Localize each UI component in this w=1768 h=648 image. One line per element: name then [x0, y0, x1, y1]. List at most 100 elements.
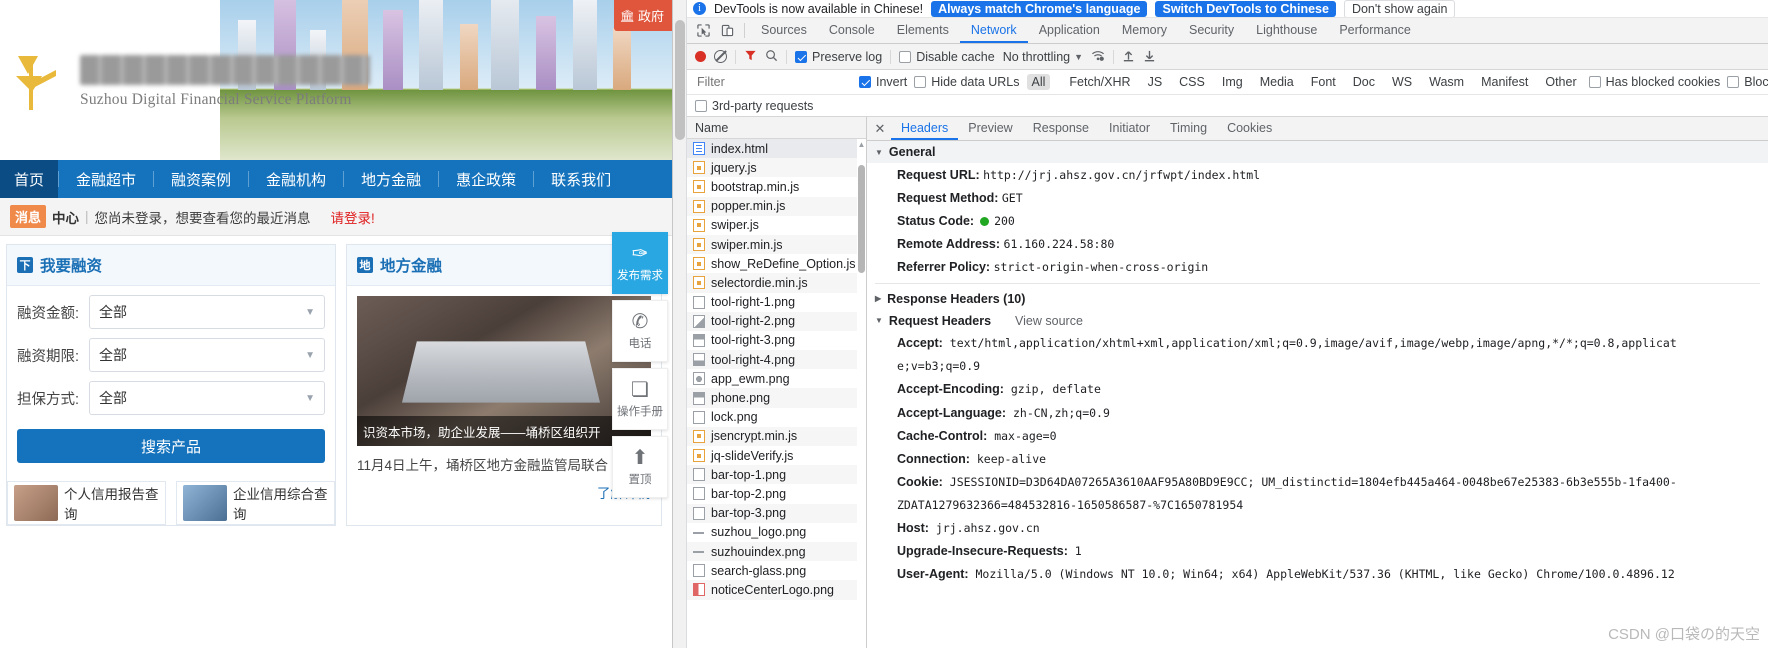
inspect-element-icon[interactable] [691, 18, 715, 43]
search-products-button[interactable]: 搜索产品 [17, 429, 325, 463]
personal-credit-report-card[interactable]: 个人信用报告查询 [7, 481, 166, 525]
tab-application[interactable]: Application [1028, 18, 1111, 43]
detail-tab-headers[interactable]: Headers [891, 117, 959, 140]
request-row[interactable]: bar-top-3.png [687, 503, 866, 523]
record-button[interactable] [695, 51, 706, 62]
request-row[interactable]: tool-right-4.png [687, 350, 866, 370]
hide-data-urls-checkbox[interactable]: Hide data URLs [914, 75, 1020, 89]
scroll-to-top-button[interactable]: ⬆ 置顶 [612, 436, 668, 498]
type-filter-img[interactable]: Img [1217, 74, 1248, 90]
type-filter-js[interactable]: JS [1143, 74, 1168, 90]
blocked-requests-box[interactable] [1727, 76, 1740, 88]
general-section-header[interactable]: ▼ General [867, 141, 1768, 163]
request-row[interactable]: phone.png [687, 388, 866, 408]
detail-tab-preview[interactable]: Preview [958, 117, 1022, 140]
wifi-settings-icon[interactable] [1091, 49, 1105, 65]
tab-elements[interactable]: Elements [886, 18, 960, 43]
type-filter-doc[interactable]: Doc [1348, 74, 1380, 90]
site-logo[interactable]: Suzhou Digital Financial Service Platfor… [12, 52, 370, 112]
type-filter-media[interactable]: Media [1255, 74, 1299, 90]
request-row[interactable]: jsencrypt.min.js [687, 426, 866, 446]
device-toolbar-icon[interactable] [715, 18, 739, 43]
request-row[interactable]: swiper.min.js [687, 234, 866, 255]
request-row[interactable]: show_ReDefine_Option.js [687, 254, 866, 273]
request-row[interactable]: bootstrap.min.js [687, 177, 866, 196]
request-row[interactable]: bar-top-1.png [687, 465, 866, 485]
nav-item-financial-supermarket[interactable]: 金融超市 [59, 160, 153, 198]
tab-network[interactable]: Network [959, 18, 1028, 43]
nav-item-policies[interactable]: 惠企政策 [439, 160, 533, 198]
manual-button[interactable]: ❏ 操作手册 [612, 368, 668, 430]
request-row[interactable]: app_ewm.png [687, 369, 866, 388]
request-headers-section-header[interactable]: ▼ Request Headers View source [867, 309, 1768, 332]
nav-item-local-finance[interactable]: 地方金融 [344, 160, 438, 198]
type-filter-other[interactable]: Other [1540, 74, 1581, 90]
request-row[interactable]: search-glass.png [687, 561, 866, 580]
filter-input[interactable] [695, 73, 845, 91]
dont-show-again-button[interactable]: Don't show again [1343, 0, 1456, 17]
request-row[interactable]: suzhouindex.png [687, 541, 866, 562]
preserve-log-checkbox[interactable]: Preserve log [795, 50, 882, 64]
view-source-link[interactable]: View source [1015, 314, 1083, 328]
detail-tab-initiator[interactable]: Initiator [1099, 117, 1160, 140]
request-list-scrollbar-thumb[interactable] [858, 165, 865, 273]
request-list-column-header[interactable]: Name [687, 117, 866, 139]
third-party-box[interactable] [695, 99, 707, 112]
request-row[interactable]: suzhou_logo.png [687, 523, 866, 542]
nav-item-contact-us[interactable]: 联系我们 [534, 160, 628, 198]
page-scrollbar[interactable] [673, 0, 687, 648]
type-filter-manifest[interactable]: Manifest [1476, 74, 1533, 90]
clear-button[interactable] [714, 50, 727, 63]
disable-cache-checkbox[interactable]: Disable cache [899, 50, 995, 64]
has-blocked-cookies-checkbox[interactable]: Has blocked cookies [1588, 75, 1720, 89]
preserve-log-box[interactable] [795, 50, 807, 63]
enterprise-credit-card[interactable]: 企业信用综合查询 [176, 481, 335, 525]
type-filter-font[interactable]: Font [1306, 74, 1341, 90]
import-har-icon[interactable] [1122, 49, 1135, 65]
switch-to-chinese-button[interactable]: Switch DevTools to Chinese [1155, 0, 1336, 17]
response-headers-section-header[interactable]: ▶ Response Headers (10) [867, 287, 1768, 310]
type-filter-fetch-xhr[interactable]: Fetch/XHR [1064, 74, 1135, 90]
request-row[interactable]: index.html [687, 139, 866, 159]
export-har-icon[interactable] [1143, 49, 1156, 65]
type-filter-ws[interactable]: WS [1387, 74, 1417, 90]
type-filter-all[interactable]: All [1026, 74, 1051, 90]
request-row[interactable]: noticeCenterLogo.png [687, 580, 866, 600]
third-party-checkbox[interactable]: 3rd-party requests [695, 99, 813, 113]
request-row[interactable]: selectordie.min.js [687, 273, 866, 293]
request-row[interactable]: tool-right-1.png [687, 293, 866, 312]
detail-tab-timing[interactable]: Timing [1160, 117, 1217, 140]
request-list-scrollbar[interactable]: ▲ [857, 139, 866, 648]
close-icon[interactable]: ✕ [869, 117, 891, 140]
page-scrollbar-thumb[interactable] [675, 20, 685, 140]
request-row[interactable]: lock.png [687, 408, 866, 427]
nav-item-financing-cases[interactable]: 融资案例 [154, 160, 248, 198]
nav-item-financial-institutions[interactable]: 金融机构 [249, 160, 343, 198]
invert-checkbox[interactable]: Invert [859, 75, 907, 89]
has-blocked-cookies-box[interactable] [1588, 76, 1601, 88]
financing-term-select[interactable]: 全部 ▼ [89, 338, 325, 372]
request-row[interactable]: bar-top-2.png [687, 484, 866, 503]
scroll-up-arrow-icon[interactable]: ▲ [857, 139, 866, 151]
request-row[interactable]: swiper.js [687, 216, 866, 235]
type-filter-css[interactable]: CSS [1174, 74, 1210, 90]
tab-security[interactable]: Security [1178, 18, 1245, 43]
tab-console[interactable]: Console [818, 18, 886, 43]
invert-box[interactable] [859, 76, 871, 88]
request-row[interactable]: tool-right-3.png [687, 331, 866, 350]
request-row[interactable]: jquery.js [687, 158, 866, 178]
always-match-language-button[interactable]: Always match Chrome's language [931, 0, 1148, 17]
request-row[interactable]: jq-slideVerify.js [687, 446, 866, 465]
disable-cache-box[interactable] [899, 50, 912, 63]
publish-demand-button[interactable]: ✑ 发布需求 [612, 232, 668, 294]
detail-tab-response[interactable]: Response [1023, 117, 1099, 140]
phone-button[interactable]: ✆ 电话 [612, 300, 668, 362]
gov-badge[interactable]: 🏛 政府 [613, 0, 672, 31]
throttling-select[interactable]: No throttling ▼ [1003, 50, 1083, 64]
news-thumbnail[interactable]: 识资本市场，助企业发展——埇桥区组织开 [357, 296, 651, 446]
login-link[interactable]: 请登录! [331, 207, 375, 227]
blocked-requests-checkbox[interactable]: Blocked [1727, 75, 1768, 89]
tab-sources[interactable]: Sources [750, 18, 818, 43]
type-filter-wasm[interactable]: Wasm [1424, 74, 1469, 90]
request-row[interactable]: popper.min.js [687, 196, 866, 216]
